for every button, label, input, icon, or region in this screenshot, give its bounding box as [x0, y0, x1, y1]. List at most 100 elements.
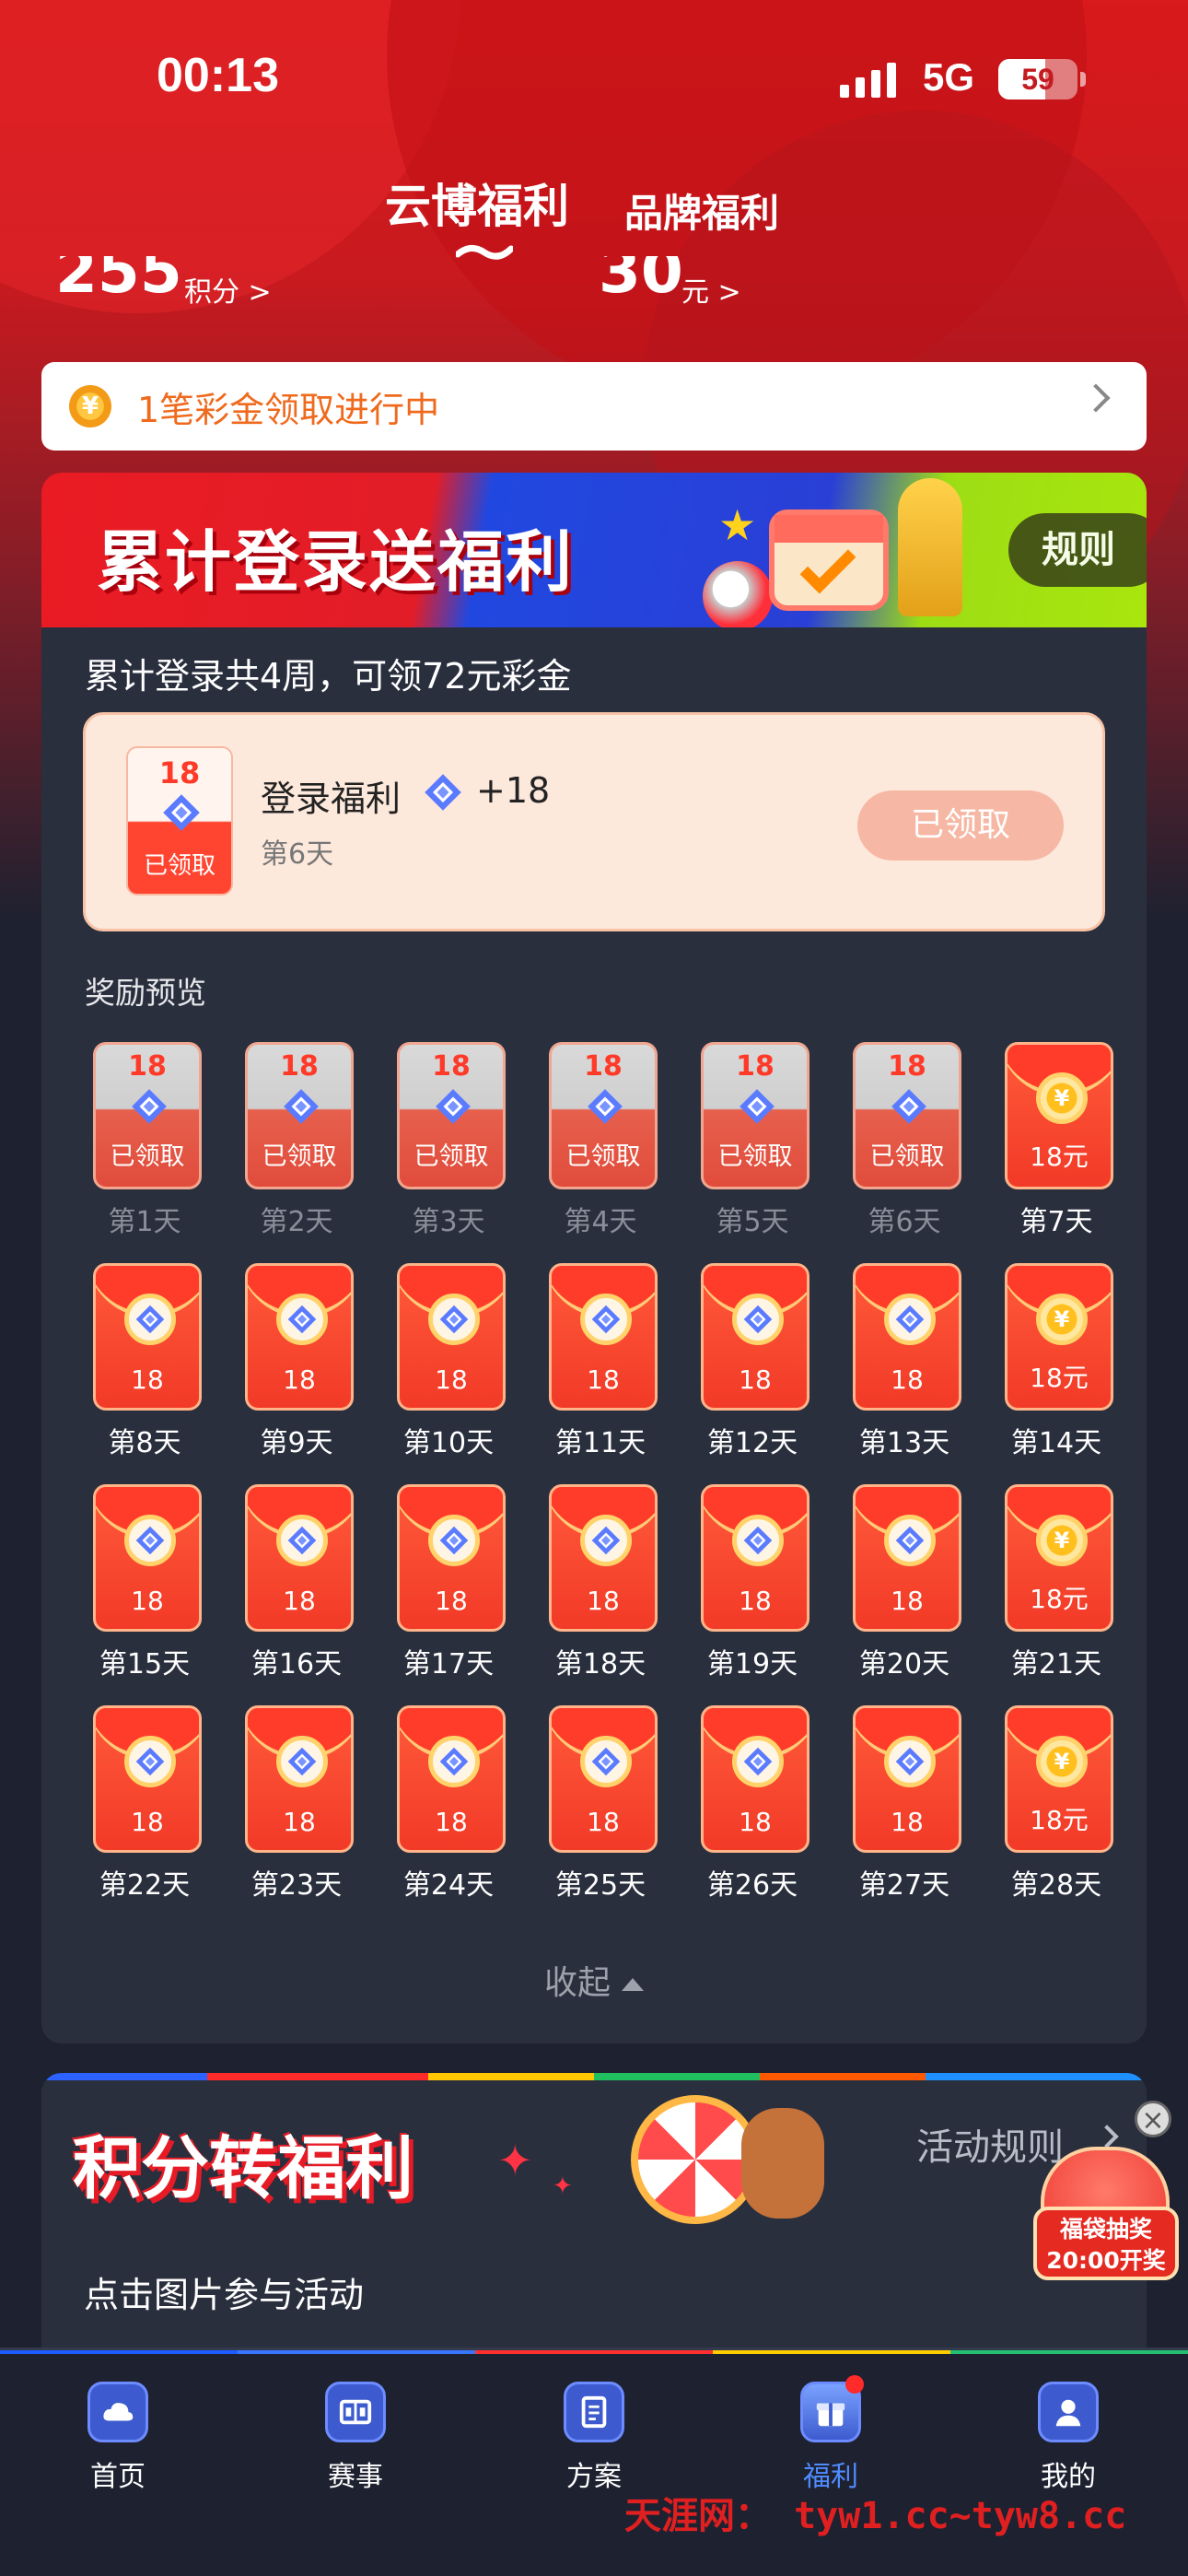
- reward-day-item: ¥18元第28天: [983, 1705, 1130, 1908]
- reward-day-item: 18 第17天: [375, 1484, 522, 1687]
- reward-day-label: 第6天: [868, 1206, 941, 1238]
- reward-preview-title: 奖励预览: [85, 975, 206, 1011]
- watermark-text: 天涯网： tyw1.cc~tyw8.cc: [624, 2495, 1127, 2537]
- lucky-draw-title: 福袋抽奖: [1059, 2216, 1152, 2242]
- red-envelope-icon: 18: [245, 1484, 354, 1632]
- reward-day-item: ¥18元第7天: [983, 1042, 1130, 1245]
- envelope-status: 已领取: [110, 1142, 185, 1171]
- reward-day-label: 第14天: [1010, 1427, 1102, 1459]
- envelope-status: 已领取: [717, 1142, 793, 1171]
- reward-day-label: 第28天: [1010, 1869, 1102, 1902]
- reward-day-label: 第2天: [260, 1206, 333, 1238]
- coin-icon: ¥: [1036, 1515, 1088, 1566]
- coin-icon: ¥: [1036, 1736, 1088, 1787]
- red-envelope-icon: ¥18元: [1005, 1705, 1113, 1853]
- battery-tip: [1080, 72, 1086, 87]
- login-summary: 累计登录共4周，可领72元彩金: [85, 656, 572, 697]
- reward-day-item: 18 第18天: [527, 1484, 674, 1687]
- prize-wheel-icon: [631, 2095, 760, 2224]
- reward-day-label: 第7天: [1019, 1206, 1093, 1238]
- close-icon[interactable]: ×: [1135, 2101, 1171, 2137]
- triangle-up-icon: [622, 1978, 644, 1991]
- gem-icon: [276, 1736, 328, 1787]
- gem-icon: [284, 1089, 319, 1124]
- login-reward-amount: +18: [476, 770, 551, 811]
- points-value[interactable]: 255: [55, 256, 182, 307]
- envelope-value: 18元: [1030, 1142, 1089, 1172]
- tab-brand-welfare[interactable]: 品牌福利: [624, 182, 779, 239]
- nav-item-plans[interactable]: 方案: [520, 2382, 668, 2494]
- envelope-value: 18: [432, 1050, 471, 1083]
- reward-day-label: 第4天: [564, 1206, 637, 1238]
- nav-color-stripe: [0, 2350, 1188, 2354]
- bonus-notice-bar[interactable]: ¥ 1笔彩金领取进行中: [41, 362, 1147, 451]
- reward-day-item: 18 第26天: [679, 1705, 826, 1908]
- nav-label-matches: 赛事: [328, 2461, 383, 2493]
- tab-yunbo-welfare[interactable]: 云博福利: [385, 170, 569, 236]
- reward-day-label: 第19天: [706, 1648, 798, 1680]
- gem-icon: [580, 1736, 632, 1787]
- reward-day-label: 第5天: [716, 1206, 789, 1238]
- envelope-value: 18: [128, 1050, 167, 1083]
- envelope-status: 已领取: [565, 1142, 641, 1171]
- points-unit: 积分 >: [184, 276, 272, 309]
- cash-value[interactable]: 30: [599, 256, 683, 307]
- red-envelope-icon: 18: [397, 1705, 506, 1853]
- reward-day-label: 第10天: [402, 1427, 495, 1459]
- gem-icon: [891, 1089, 926, 1124]
- reward-day-item: 18 第13天: [831, 1263, 978, 1466]
- reward-day-label: 第24天: [402, 1869, 495, 1902]
- red-envelope-icon: 18: [701, 1484, 809, 1632]
- login-reward-title: 登录福利: [261, 779, 402, 819]
- claimed-button[interactable]: 已领取: [857, 790, 1064, 861]
- reward-day-item: 18 第11天: [527, 1263, 674, 1466]
- red-envelope-icon: 18: [549, 1484, 658, 1632]
- banner-title: 累计登录送福利: [97, 523, 575, 601]
- envelope-value: 18: [131, 1807, 164, 1837]
- activity-rules-link[interactable]: 活动规则: [916, 2117, 1064, 2171]
- envelope-status: 已领取: [413, 1142, 489, 1171]
- reward-day-item: 18 已领取 第5天: [679, 1042, 826, 1245]
- nav-item-mine[interactable]: 我的: [995, 2382, 1142, 2494]
- red-envelope-icon: 18: [701, 1705, 809, 1853]
- today-login-reward: 18 已领取 登录福利 +18 第6天 已领取: [83, 712, 1105, 931]
- points-welfare-banner[interactable]: 积分转福利 ✦ ✦ 活动规则: [41, 2080, 1147, 2224]
- gem-icon: [428, 1515, 480, 1566]
- gem-icon: [124, 1736, 176, 1787]
- reward-day-item: ¥18元 第21天: [983, 1484, 1130, 1687]
- reward-day-item: 18 第15天: [71, 1484, 218, 1687]
- nav-label-home: 首页: [90, 2461, 146, 2493]
- calendar-icon: [769, 509, 889, 611]
- gem-icon: [436, 1089, 471, 1124]
- banner-title: 积分转福利: [73, 2129, 413, 2208]
- reward-day-item: 18 已领取 第1天: [71, 1042, 218, 1245]
- red-envelope-icon: 18 已领取: [93, 1042, 202, 1189]
- reward-day-item: 18 第8天: [71, 1263, 218, 1466]
- lucky-draw-badge[interactable]: 福袋抽奖 20:00开奖: [1033, 2207, 1179, 2280]
- rules-button[interactable]: 规则: [1008, 513, 1147, 587]
- envelope-status: 已领取: [143, 852, 215, 880]
- collapse-label: 收起: [543, 1964, 611, 2002]
- collapse-button[interactable]: 收起: [41, 1956, 1147, 2004]
- envelope-value: 18: [739, 1586, 772, 1616]
- envelope-value: 18: [131, 1364, 164, 1395]
- nav-item-welfare[interactable]: 福利: [757, 2375, 904, 2494]
- envelope-value: 18: [891, 1807, 924, 1837]
- reward-day-label: 第9天: [260, 1427, 333, 1459]
- reward-day-label: 第26天: [706, 1869, 798, 1902]
- reward-day-item: 18 第25天: [527, 1705, 674, 1908]
- header-stats-peek: 255 积分 > 30 元 >: [55, 256, 1142, 310]
- envelope-value: 18: [587, 1586, 620, 1616]
- coin-icon: ¥: [1036, 1072, 1088, 1124]
- gem-icon: [276, 1515, 328, 1566]
- nav-item-home[interactable]: 首页: [44, 2382, 192, 2494]
- red-envelope-icon: 18 已领取: [126, 746, 233, 896]
- reward-day-item: 18 已领取 第4天: [527, 1042, 674, 1245]
- sparkle-icon: ✦: [497, 2136, 533, 2185]
- gem-icon: [884, 1515, 936, 1566]
- reward-day-label: 第25天: [554, 1869, 646, 1902]
- envelope-value: 18元: [1030, 1363, 1089, 1393]
- nav-item-matches[interactable]: 赛事: [282, 2382, 429, 2494]
- envelope-value: 18: [435, 1364, 468, 1395]
- envelope-value: 18: [283, 1586, 316, 1616]
